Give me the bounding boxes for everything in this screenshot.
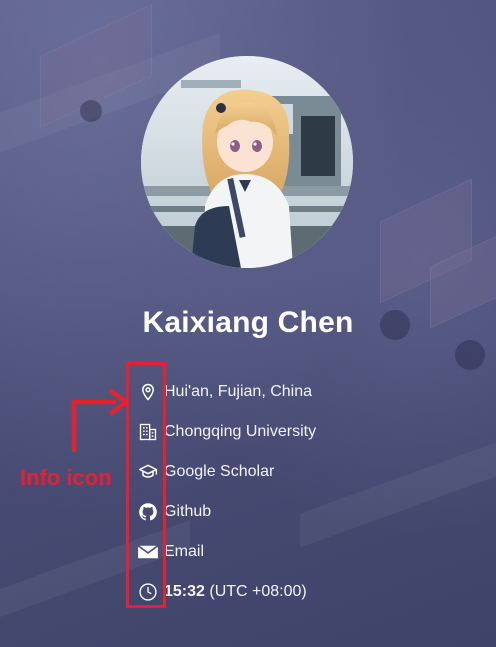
local-time: 15:32 (UTC +08:00)	[164, 583, 307, 601]
info-item-github[interactable]: Github	[136, 492, 436, 532]
annotation-label: Info icon	[20, 465, 112, 490]
timezone-label: (UTC +08:00)	[209, 583, 307, 600]
info-item-location: Hui'an, Fujian, China	[136, 372, 436, 412]
info-item-affiliation: Chongqing University	[136, 412, 436, 452]
github-link[interactable]: Github	[164, 503, 211, 521]
avatar-illustration	[141, 56, 353, 268]
local-time-value: 15:32	[164, 583, 205, 600]
annotation-arrow	[71, 388, 130, 452]
email-link[interactable]: Email	[164, 543, 204, 561]
avatar	[141, 56, 353, 268]
info-item-scholar[interactable]: Google Scholar	[136, 452, 436, 492]
info-item-time: 15:32 (UTC +08:00)	[136, 572, 436, 612]
affiliation-label: Chongqing University	[164, 423, 317, 440]
google-scholar-link[interactable]: Google Scholar	[164, 463, 274, 481]
profile-name: Kaixiang Chen	[142, 306, 354, 339]
info-item-email[interactable]: Email	[136, 532, 436, 572]
location-label: Hui'an, Fujian, China	[164, 383, 313, 400]
info-list: Hui'an, Fujian, China Chongqing Universi…	[136, 372, 436, 612]
